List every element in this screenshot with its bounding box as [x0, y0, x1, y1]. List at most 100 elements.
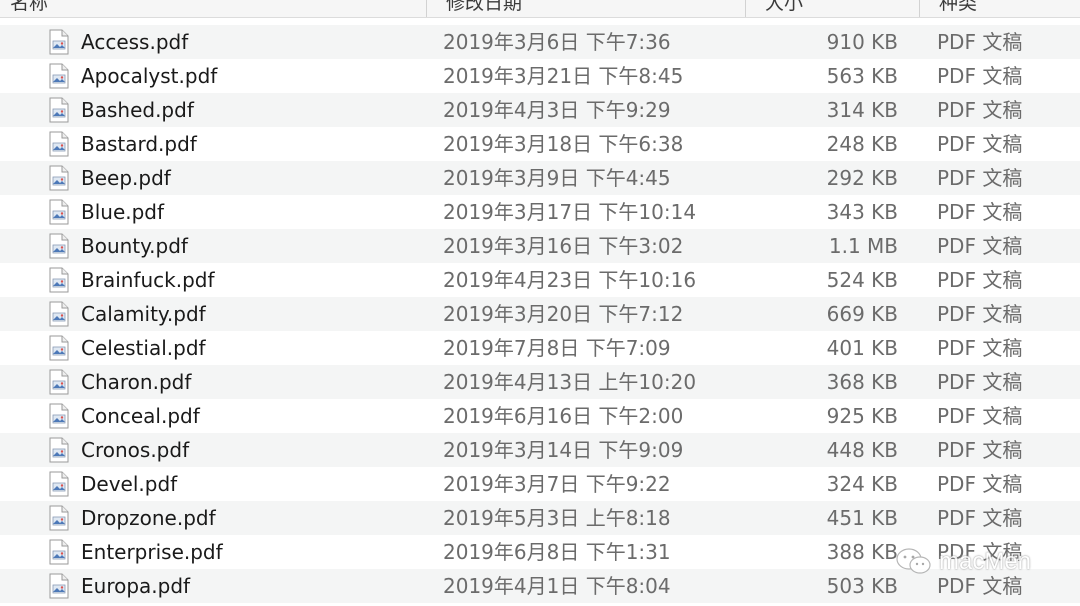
file-modified-date: 2019年3月20日 下午7:12: [443, 302, 684, 326]
pdf-document-icon: [48, 97, 70, 123]
file-kind: PDF 文稿: [937, 30, 1023, 54]
file-list: Access.pdf 2019年3月6日 下午7:36 910 KB PDF 文稿 Ap…: [0, 25, 1080, 603]
file-kind: PDF 文稿: [937, 268, 1023, 292]
file-name: Bounty.pdf: [81, 234, 188, 258]
file-name: Celestial.pdf: [81, 336, 206, 360]
file-name: Bastard.pdf: [81, 132, 197, 156]
file-row[interactable]: Blue.pdf 2019年3月17日 下午10:14 343 KB PDF 文稿: [0, 195, 1080, 229]
column-header-kind[interactable]: 种类: [939, 0, 977, 16]
column-divider[interactable]: [745, 0, 746, 17]
file-kind: PDF 文稿: [937, 200, 1023, 224]
file-modified-date: 2019年3月18日 下午6:38: [443, 132, 684, 156]
file-modified-date: 2019年4月13日 上午10:20: [443, 370, 697, 394]
file-kind: PDF 文稿: [937, 98, 1023, 122]
column-header-name[interactable]: 名称: [10, 0, 48, 16]
file-kind: PDF 文稿: [937, 302, 1023, 326]
pdf-document-icon: [48, 335, 70, 361]
pdf-document-icon: [48, 471, 70, 497]
file-row[interactable]: Conceal.pdf 2019年6月16日 下午2:00 925 KB PDF 文稿: [0, 399, 1080, 433]
pdf-document-icon: [48, 437, 70, 463]
file-modified-date: 2019年3月14日 下午9:09: [443, 438, 684, 462]
file-modified-date: 2019年3月9日 下午4:45: [443, 166, 671, 190]
file-kind: PDF 文稿: [937, 438, 1023, 462]
sort-ascending-icon[interactable]: ⌃: [396, 0, 408, 7]
file-size: 401 KB: [826, 336, 898, 360]
file-name: Beep.pdf: [81, 166, 171, 190]
file-modified-date: 2019年4月3日 下午9:29: [443, 98, 671, 122]
watermark: macMen: [895, 544, 1031, 580]
column-header-size[interactable]: 大小: [765, 0, 803, 16]
file-size: 451 KB: [826, 506, 898, 530]
column-header-bar: 名称 ⌃ 修改日期 大小 种类: [0, 0, 1080, 18]
file-row[interactable]: Bashed.pdf 2019年4月3日 下午9:29 314 KB PDF 文稿: [0, 93, 1080, 127]
pdf-document-icon: [48, 165, 70, 191]
file-name: Calamity.pdf: [81, 302, 206, 326]
file-row[interactable]: Beep.pdf 2019年3月9日 下午4:45 292 KB PDF 文稿: [0, 161, 1080, 195]
wechat-icon: [896, 548, 931, 574]
file-size: 1.1 MB: [828, 234, 898, 258]
file-row[interactable]: Charon.pdf 2019年4月13日 上午10:20 368 KB PDF 文稿: [0, 365, 1080, 399]
pdf-document-icon: [48, 29, 70, 55]
file-size: 324 KB: [826, 472, 898, 496]
file-name: Cronos.pdf: [81, 438, 190, 462]
file-modified-date: 2019年6月8日 下午1:31: [443, 540, 671, 564]
file-kind: PDF 文稿: [937, 336, 1023, 360]
file-row[interactable]: Access.pdf 2019年3月6日 下午7:36 910 KB PDF 文稿: [0, 25, 1080, 59]
file-name: Conceal.pdf: [81, 404, 200, 428]
pdf-document-icon: [48, 539, 70, 565]
file-name: Devel.pdf: [81, 472, 178, 496]
file-name: Apocalyst.pdf: [81, 64, 218, 88]
file-row[interactable]: Dropzone.pdf 2019年5月3日 上午8:18 451 KB PDF 文稿: [0, 501, 1080, 535]
file-modified-date: 2019年3月16日 下午3:02: [443, 234, 684, 258]
file-row[interactable]: Bounty.pdf 2019年3月16日 下午3:02 1.1 MB PDF 文稿: [0, 229, 1080, 263]
pdf-document-icon: [48, 301, 70, 327]
file-size: 314 KB: [826, 98, 898, 122]
file-row[interactable]: Cronos.pdf 2019年3月14日 下午9:09 448 KB PDF 文稿: [0, 433, 1080, 467]
file-kind: PDF 文稿: [937, 64, 1023, 88]
file-modified-date: 2019年6月16日 下午2:00: [443, 404, 684, 428]
file-row[interactable]: Apocalyst.pdf 2019年3月21日 下午8:45 563 KB PDF …: [0, 59, 1080, 93]
file-name: Charon.pdf: [81, 370, 192, 394]
file-kind: PDF 文稿: [937, 370, 1023, 394]
file-modified-date: 2019年4月1日 下午8:04: [443, 574, 671, 598]
file-row[interactable]: Brainfuck.pdf 2019年4月23日 下午10:16 524 KB PDF…: [0, 263, 1080, 297]
file-size: 292 KB: [826, 166, 898, 190]
file-modified-date: 2019年4月23日 下午10:16: [443, 268, 697, 292]
file-modified-date: 2019年3月21日 下午8:45: [443, 64, 684, 88]
pdf-document-icon: [48, 131, 70, 157]
file-kind: PDF 文稿: [937, 472, 1023, 496]
file-size: 669 KB: [826, 302, 898, 326]
file-kind: PDF 文稿: [937, 506, 1023, 530]
file-size: 524 KB: [826, 268, 898, 292]
file-size: 503 KB: [826, 574, 898, 598]
file-size: 248 KB: [826, 132, 898, 156]
file-name: Europa.pdf: [81, 574, 191, 598]
file-name: Bashed.pdf: [81, 98, 194, 122]
pdf-document-icon: [48, 369, 70, 395]
column-header-date[interactable]: 修改日期: [446, 0, 522, 16]
file-name: Brainfuck.pdf: [81, 268, 215, 292]
file-name: Access.pdf: [81, 30, 189, 54]
file-size: 388 KB: [826, 540, 898, 564]
file-modified-date: 2019年3月17日 下午10:14: [443, 200, 697, 224]
watermark-text: macMen: [939, 548, 1032, 575]
file-modified-date: 2019年3月7日 下午9:22: [443, 472, 671, 496]
file-row[interactable]: Bastard.pdf 2019年3月18日 下午6:38 248 KB PDF 文稿: [0, 127, 1080, 161]
file-kind: PDF 文稿: [937, 234, 1023, 258]
column-divider[interactable]: [426, 0, 427, 17]
file-size: 563 KB: [826, 64, 898, 88]
file-modified-date: 2019年7月8日 下午7:09: [443, 336, 671, 360]
file-name: Enterprise.pdf: [81, 540, 223, 564]
file-size: 925 KB: [826, 404, 898, 428]
pdf-document-icon: [48, 505, 70, 531]
file-row[interactable]: Devel.pdf 2019年3月7日 下午9:22 324 KB PDF 文稿: [0, 467, 1080, 501]
file-row[interactable]: Celestial.pdf 2019年7月8日 下午7:09 401 KB PDF 文…: [0, 331, 1080, 365]
file-row[interactable]: Calamity.pdf 2019年3月20日 下午7:12 669 KB PDF 文…: [0, 297, 1080, 331]
file-kind: PDF 文稿: [937, 132, 1023, 156]
column-divider[interactable]: [919, 0, 920, 17]
pdf-document-icon: [48, 199, 70, 225]
file-modified-date: 2019年3月6日 下午7:36: [443, 30, 671, 54]
pdf-document-icon: [48, 403, 70, 429]
pdf-document-icon: [48, 233, 70, 259]
pdf-document-icon: [48, 63, 70, 89]
